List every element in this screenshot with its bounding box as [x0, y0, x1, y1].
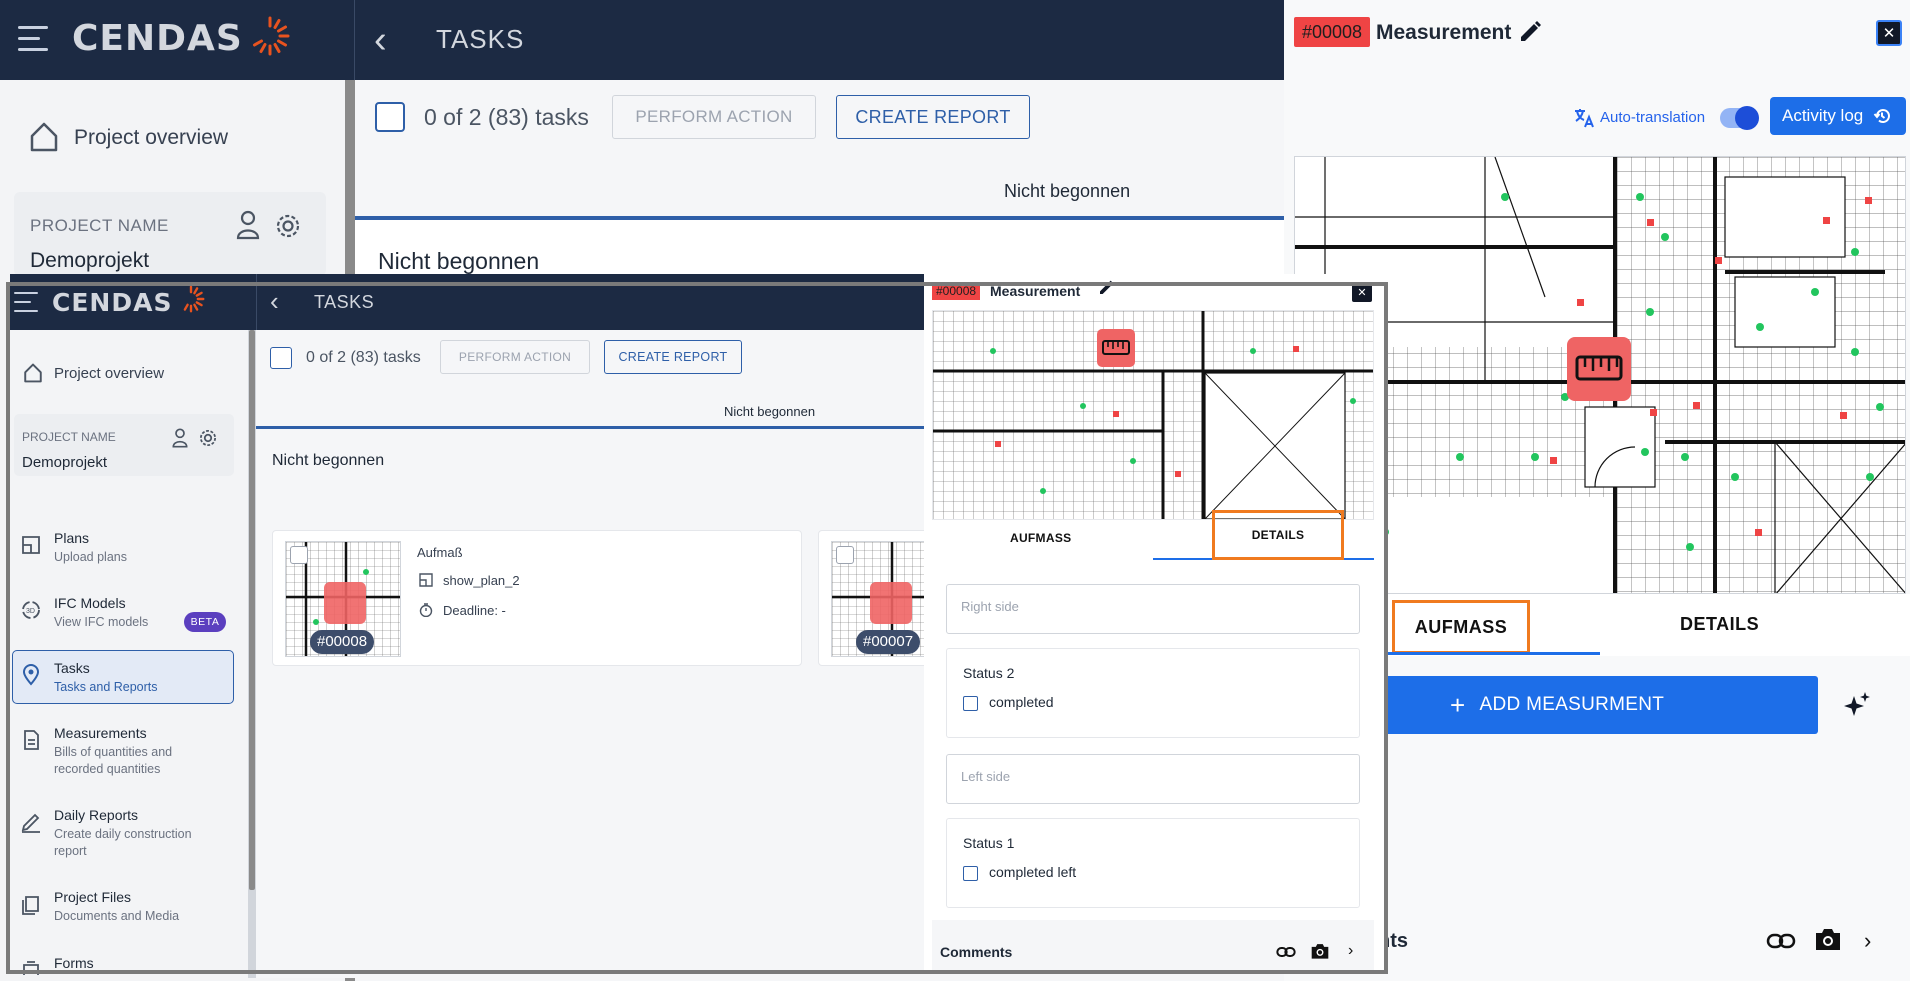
history-icon: [1873, 109, 1891, 124]
measurement-marker-icon: [1567, 337, 1631, 401]
active-tab-indicator: [1378, 652, 1600, 655]
detail-title: Measurement: [1376, 21, 1512, 44]
add-measurement-button[interactable]: + ADD MEASURMENT: [1378, 676, 1818, 734]
activity-log-label: Activity log: [1782, 106, 1864, 125]
logo-mark-icon: [253, 16, 290, 56]
translate-icon: [1575, 109, 1594, 128]
sparkle-ai-icon[interactable]: [1842, 690, 1872, 720]
section-title: Nicht begonnen: [378, 248, 540, 274]
select-all-checkbox[interactable]: [375, 102, 405, 132]
close-button[interactable]: ✕: [1876, 20, 1902, 46]
cendas-logo: CENDAS: [72, 18, 243, 59]
create-report-button[interactable]: CREATE REPORT: [836, 95, 1030, 139]
tab-details[interactable]: DETAILS: [1680, 614, 1759, 635]
back-arrow-icon[interactable]: ‹: [374, 21, 398, 59]
sidebar-item-project-overview[interactable]: Project overview: [74, 126, 228, 150]
page-title: TASKS: [436, 24, 525, 54]
user-icon[interactable]: [236, 210, 260, 240]
auto-translation-toggle[interactable]: [1720, 106, 1759, 130]
link-icon[interactable]: [1766, 930, 1796, 952]
perform-action-button[interactable]: PERFORM ACTION: [612, 95, 816, 139]
chevron-right-icon[interactable]: ›: [1864, 928, 1871, 954]
activity-log-button[interactable]: Activity log: [1770, 97, 1906, 135]
edit-pencil-icon[interactable]: [1518, 20, 1542, 44]
embedded-screenshot-frame: [6, 282, 1388, 974]
home-icon: [30, 122, 58, 152]
column-header: Nicht begonnen: [1004, 181, 1131, 201]
gear-icon[interactable]: [274, 212, 302, 240]
auto-translation-label: Auto-translation: [1600, 109, 1706, 126]
tab-aufmass[interactable]: AUFMASS: [1392, 600, 1530, 654]
menu-icon[interactable]: [18, 26, 48, 52]
project-name-value: Demoprojekt: [30, 249, 150, 272]
task-id-badge: #00008: [1294, 17, 1371, 47]
screenshot-stage: CENDAS ‹ TASKS Project overview PROJECT …: [0, 0, 1910, 981]
camera-icon[interactable]: [1814, 926, 1842, 952]
project-name-label: PROJECT NAME: [30, 216, 169, 235]
navbar-divider: [354, 0, 355, 80]
plus-icon: +: [1450, 690, 1466, 720]
task-count: 0 of 2 (83) tasks: [424, 104, 589, 130]
add-measurement-label: ADD MEASURMENT: [1479, 694, 1665, 715]
